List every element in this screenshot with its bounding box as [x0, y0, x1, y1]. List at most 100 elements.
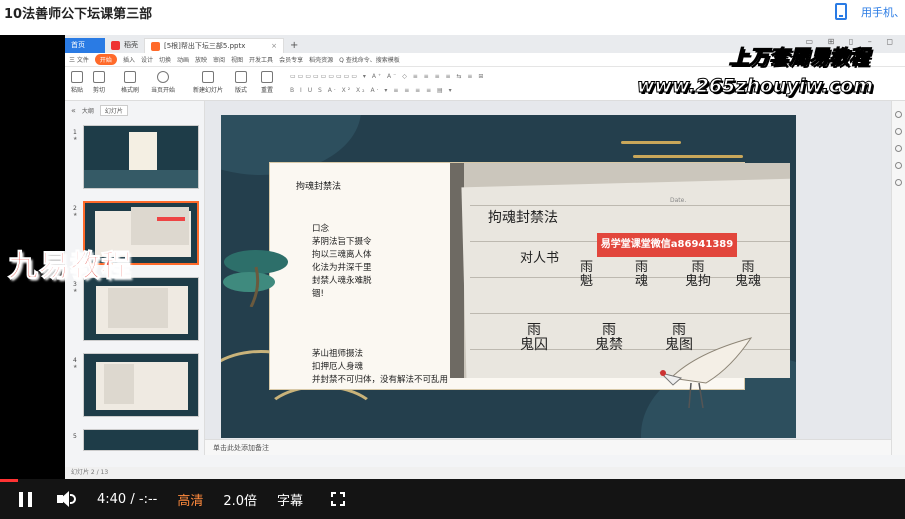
gold-line	[621, 141, 681, 144]
reset-icon	[261, 71, 273, 83]
video-player[interactable]: 首页 稻壳 [5根]帮出下坛三部5.pptx × + ▭ ⊞ ▯ – ◻ 三 文件…	[0, 35, 905, 519]
incantation-text: 口念 茅阴法旨下摄令 拘以三魂离人体 化法为井深千里 封禁人魂永难脱 锢!	[312, 224, 372, 299]
menu-animation[interactable]: 动画	[177, 55, 189, 64]
paste-icon	[71, 71, 83, 83]
speed-button[interactable]: 2.0倍	[223, 490, 257, 509]
menu-review[interactable]: 审阅	[213, 55, 225, 64]
time-separator: /	[130, 491, 135, 507]
slide-thumbnail-4[interactable]	[83, 353, 199, 417]
menu-file[interactable]: 三 文件	[69, 55, 89, 64]
cut-label: 剪切	[93, 87, 106, 94]
sidebar-tool-icon[interactable]	[895, 111, 902, 118]
sidebar-tool-icon[interactable]	[895, 128, 902, 135]
slide-status: 幻灯片 2 / 13	[71, 469, 109, 476]
tab-home[interactable]: 首页	[65, 38, 105, 53]
sidebar-tool-icon[interactable]	[895, 179, 902, 186]
current-time: 4:40	[97, 491, 127, 507]
volume-icon[interactable]	[57, 491, 77, 507]
watermark-top: 上万套周易教程	[729, 45, 870, 70]
slide-number-2-label: 2	[73, 205, 77, 212]
format-controls[interactable]: B I U S A· X² X₂ A· ▾ ≡ ≡ ≡ ≡ ▤ ▾	[290, 87, 454, 94]
course-title: 10法善师公下坛课第三部	[4, 7, 153, 22]
talisman-1: 雨 魁	[580, 260, 594, 289]
status-bar: 幻灯片 2 / 13	[65, 467, 905, 479]
star-icon: ★	[73, 212, 78, 218]
collapse-icon[interactable]: «	[71, 106, 76, 115]
thumb-photo	[131, 207, 189, 245]
slide-thumbnail-3[interactable]	[83, 277, 199, 341]
menu-view[interactable]: 视图	[231, 55, 243, 64]
scissors-icon	[93, 71, 105, 83]
menu-transition[interactable]: 切换	[159, 55, 171, 64]
new-slide-icon	[202, 71, 214, 83]
left-panel-tabs: « 大纲 幻灯片	[65, 101, 204, 119]
slide-number-2: 2 ★	[73, 205, 77, 218]
tab-document[interactable]: [5根]帮出下坛三部5.pptx ×	[144, 38, 284, 53]
command-search[interactable]: Q 查找命令、搜索模板	[339, 55, 400, 64]
talisman-4: 雨 鬼魂	[735, 260, 762, 289]
description-text: 茅山祖师摄法 扣押厄人身魂 并封禁不可归体，没有解法不可乱用	[312, 349, 449, 385]
layout-button[interactable]: 版式	[235, 71, 247, 94]
thumb-banner	[157, 217, 185, 221]
slide-number-1-label: 1	[73, 129, 77, 136]
format-painter-label: 格式刷	[121, 87, 140, 94]
menu-insert[interactable]: 插入	[123, 55, 135, 64]
slide-number-1: 1 ★	[73, 129, 77, 142]
wechat-banner: 易学堂课堂微信a86941389	[597, 233, 737, 257]
menu-member[interactable]: 会员专享	[279, 55, 303, 64]
new-slide-label: 新建幻灯片	[193, 87, 224, 94]
fullscreen-icon[interactable]	[331, 492, 346, 506]
paste-button[interactable]: 粘贴	[71, 71, 83, 94]
thumb-photo	[108, 288, 168, 328]
slide-number-5: 5	[73, 433, 77, 440]
subtitles-button[interactable]: 字幕	[277, 490, 303, 509]
close-icon[interactable]: ×	[271, 39, 277, 54]
paste-label: 粘贴	[71, 87, 84, 94]
wps-window: 首页 稻壳 [5根]帮出下坛三部5.pptx × + ▭ ⊞ ▯ – ◻ 三 文件…	[65, 35, 905, 479]
cut-button[interactable]: 剪切	[93, 71, 105, 94]
layout-icon	[235, 71, 247, 83]
date-caption: Date.	[670, 197, 687, 204]
slide-thumbnail-5[interactable]	[83, 429, 199, 451]
menu-design[interactable]: 设计	[141, 55, 153, 64]
start-from-current-button[interactable]: 当页开始	[151, 71, 175, 94]
tab-document-label: [5根]帮出下坛三部5.pptx	[164, 41, 246, 50]
talisman-3: 雨 鬼拘	[685, 260, 712, 289]
notes-field[interactable]: 单击此处添加备注	[205, 439, 891, 455]
talisman-6: 雨 鬼禁	[595, 322, 623, 353]
ruled-line	[470, 313, 790, 314]
menu-developer[interactable]: 开发工具	[249, 55, 273, 64]
brush-icon	[124, 71, 136, 83]
tab-outline[interactable]: 大纲	[82, 106, 94, 115]
progress-bar[interactable]	[0, 479, 19, 482]
slide-title: 拘魂封禁法	[296, 182, 342, 192]
gold-line	[633, 155, 743, 158]
sidebar-tool-icon[interactable]	[895, 162, 902, 169]
crane-illustration	[659, 337, 753, 409]
time-display: 4:40 / -:--	[97, 492, 157, 507]
mobile-link[interactable]: 用手机、	[835, 3, 905, 20]
menu-docer-resources[interactable]: 稻壳资源	[309, 55, 333, 64]
slide-thumbnail-1[interactable]	[83, 125, 199, 189]
handwritten-title: 拘魂封禁法	[488, 210, 558, 226]
slide-number-5-label: 5	[73, 433, 77, 440]
sidebar-tool-icon[interactable]	[895, 145, 902, 152]
tab-docer[interactable]: 稻壳	[105, 38, 144, 53]
new-tab-button[interactable]: +	[284, 38, 304, 53]
slide-2[interactable]: 拘魂封禁法 口念 茅阴法旨下摄令 拘以三魂离人体 化法为井深千里 封禁人魂永难脱…	[221, 115, 796, 438]
quality-button[interactable]: 高清	[177, 490, 203, 509]
menu-start[interactable]: 开始	[94, 54, 117, 65]
watermark-url: www.265zhouyiw.com	[636, 75, 873, 98]
slide-number-4-label: 4	[73, 357, 77, 364]
layout-label: 版式	[235, 87, 248, 94]
player-controls: 4:40 / -:-- 高清 2.0倍 字幕	[0, 479, 905, 519]
menu-slideshow[interactable]: 放映	[195, 55, 207, 64]
font-controls[interactable]: ▭▭▭▭▭▭▭▭▭ ▾ A⁺ A⁻ ◇ ≡ ≡ ≡ ≡ ⇆ ≡ ⊞	[290, 73, 485, 80]
format-painter-button[interactable]: 格式刷	[121, 71, 139, 94]
play-icon	[157, 71, 169, 83]
tab-slides[interactable]: 幻灯片	[99, 104, 128, 116]
pause-icon[interactable]	[19, 491, 32, 507]
reset-button[interactable]: 重置	[261, 71, 273, 94]
star-icon: ★	[73, 288, 78, 294]
new-slide-button[interactable]: 新建幻灯片	[193, 71, 223, 94]
